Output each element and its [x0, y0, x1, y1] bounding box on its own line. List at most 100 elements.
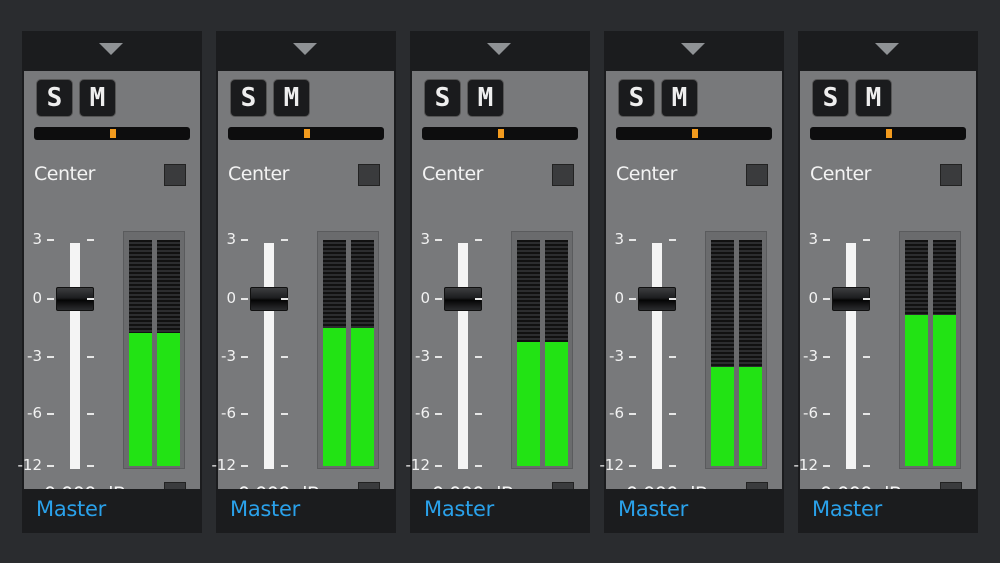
pan-slider[interactable]	[228, 127, 384, 140]
level-meter	[705, 231, 767, 469]
mute-button[interactable]: M	[467, 79, 504, 117]
solo-button[interactable]: S	[618, 79, 655, 117]
triangle-down-icon[interactable]	[875, 43, 899, 55]
triangle-down-icon[interactable]	[99, 43, 123, 55]
solo-button[interactable]: S	[230, 79, 267, 117]
level-meter	[317, 231, 379, 469]
fader-track[interactable]	[264, 243, 274, 469]
scale-tick	[629, 413, 636, 415]
scale-tick	[475, 239, 482, 241]
scale-tick	[281, 239, 288, 241]
fader-track[interactable]	[70, 243, 80, 469]
mute-button[interactable]: M	[855, 79, 892, 117]
pan-slider[interactable]	[810, 127, 966, 140]
pan-toggle-button[interactable]	[552, 164, 574, 186]
scale-tick	[475, 465, 482, 467]
scale-label: -12	[211, 456, 237, 474]
mixer: S M Center 0.000 dB 30-3-6-12 Master S M	[18, 31, 982, 534]
channel-strip-2: S M Center 0.000 dB 30-3-6-12 Master	[212, 31, 396, 533]
strip-body: S M Center 0.000 dB 30-3-6-12	[794, 71, 976, 505]
pan-slider[interactable]	[616, 127, 772, 140]
channel-name[interactable]: Master	[812, 497, 882, 521]
scale-tick	[475, 413, 482, 415]
scale-tick	[863, 413, 870, 415]
pan-slider[interactable]	[422, 127, 578, 140]
level-meter	[899, 231, 961, 469]
scale-tick	[241, 239, 248, 241]
pan-toggle-button[interactable]	[746, 164, 768, 186]
strip-footer: Master	[798, 489, 978, 533]
scale-label: -12	[405, 456, 431, 474]
scale-tick	[629, 298, 636, 300]
scale-tick	[281, 298, 288, 300]
pan-toggle-button[interactable]	[940, 164, 962, 186]
fader-track[interactable]	[458, 243, 468, 469]
fader-track[interactable]	[652, 243, 662, 469]
scale-tick	[863, 465, 870, 467]
channel-strip-1: S M Center 0.000 dB 30-3-6-12 Master	[18, 31, 202, 533]
scale-tick	[47, 465, 54, 467]
channel-name[interactable]: Master	[230, 497, 300, 521]
strip-header	[22, 31, 202, 71]
channel-name[interactable]: Master	[424, 497, 494, 521]
pan-marker[interactable]	[110, 129, 116, 138]
scale-tick	[241, 465, 248, 467]
meter-fill-right	[157, 332, 180, 466]
meter-fill-left	[129, 332, 152, 466]
meter-bar-right	[933, 240, 956, 466]
pan-label: Center	[810, 163, 871, 185]
scale-tick	[475, 356, 482, 358]
scale-tick	[823, 356, 830, 358]
scale-label: 0	[420, 289, 430, 307]
pan-marker[interactable]	[886, 129, 892, 138]
scale-tick	[87, 239, 94, 241]
scale-label: -6	[609, 404, 624, 422]
mute-button[interactable]: M	[661, 79, 698, 117]
strip-body: S M Center 0.000 dB 30-3-6-12	[212, 71, 394, 505]
triangle-down-icon[interactable]	[681, 43, 705, 55]
meter-bar-left	[129, 240, 152, 466]
scale-tick	[863, 298, 870, 300]
pan-marker[interactable]	[498, 129, 504, 138]
triangle-down-icon[interactable]	[487, 43, 511, 55]
scale-tick	[823, 465, 830, 467]
meter-fill-right	[351, 328, 374, 466]
pan-marker[interactable]	[692, 129, 698, 138]
scale-tick	[629, 465, 636, 467]
scale-tick	[435, 465, 442, 467]
solo-button[interactable]: S	[424, 79, 461, 117]
scale-tick	[281, 465, 288, 467]
strip-header	[410, 31, 590, 71]
scale-tick	[435, 298, 442, 300]
scale-label: 3	[226, 230, 236, 248]
mute-button[interactable]: M	[273, 79, 310, 117]
scale-label: -3	[415, 347, 430, 365]
scale-tick	[669, 298, 676, 300]
scale-label: -3	[221, 347, 236, 365]
scale-tick	[669, 356, 676, 358]
pan-slider[interactable]	[34, 127, 190, 140]
pan-label: Center	[616, 163, 677, 185]
solo-button[interactable]: S	[36, 79, 73, 117]
pan-marker[interactable]	[304, 129, 310, 138]
channel-name[interactable]: Master	[36, 497, 106, 521]
scale-tick	[669, 413, 676, 415]
meter-bar-left	[517, 240, 540, 466]
solo-button[interactable]: S	[812, 79, 849, 117]
strip-header	[798, 31, 978, 71]
meter-bar-left	[323, 240, 346, 466]
scale-label: -12	[17, 456, 43, 474]
mute-button[interactable]: M	[79, 79, 116, 117]
scale-tick	[87, 413, 94, 415]
scale-label: -12	[793, 456, 819, 474]
meter-bar-right	[545, 240, 568, 466]
fader-track[interactable]	[846, 243, 856, 469]
strip-footer: Master	[410, 489, 590, 533]
pan-toggle-button[interactable]	[358, 164, 380, 186]
pan-label: Center	[228, 163, 289, 185]
triangle-down-icon[interactable]	[293, 43, 317, 55]
scale-tick	[629, 239, 636, 241]
pan-toggle-button[interactable]	[164, 164, 186, 186]
meter-fill-right	[933, 314, 956, 466]
channel-name[interactable]: Master	[618, 497, 688, 521]
